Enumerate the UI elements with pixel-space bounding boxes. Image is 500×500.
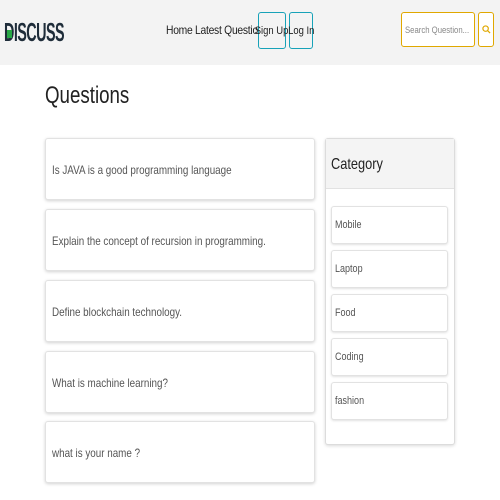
- category-label: Food: [335, 307, 356, 319]
- search-placeholder: Search Question...: [405, 24, 470, 35]
- question-text: what is your name ?: [52, 446, 141, 460]
- navbar: DISCUSS Home Latest Questions Sign Up Lo…: [0, 0, 500, 65]
- question-text: Define blockchain technology.: [52, 305, 183, 319]
- search-button[interactable]: [478, 12, 494, 47]
- question-text: What is machine learning?: [52, 376, 168, 390]
- category-label: Coding: [335, 351, 364, 363]
- category-header: Category: [326, 139, 454, 189]
- svg-text:DISCUSS: DISCUSS: [4, 17, 64, 47]
- nav-home-link[interactable]: Home: [166, 23, 193, 37]
- category-item-fashion[interactable]: fashion: [331, 382, 448, 420]
- category-item-mobile[interactable]: Mobile: [331, 206, 448, 244]
- category-item-food[interactable]: Food: [331, 294, 448, 332]
- log-in-label: Log In: [287, 24, 315, 37]
- category-panel: Category Mobile Laptop Food Coding fashi…: [325, 138, 455, 445]
- question-card[interactable]: What is machine learning?: [45, 351, 315, 413]
- question-card[interactable]: Explain the concept of recursion in prog…: [45, 209, 315, 271]
- sign-up-label: Sign Up: [255, 24, 289, 37]
- question-text: Explain the concept of recursion in prog…: [52, 234, 266, 248]
- question-card[interactable]: what is your name ?: [45, 421, 315, 483]
- search-icon: [481, 25, 491, 34]
- search-input[interactable]: Search Question...: [401, 12, 475, 47]
- log-in-button[interactable]: Log In: [287, 12, 315, 49]
- category-title: Category: [331, 156, 383, 173]
- question-card[interactable]: Is JAVA is a good programming language: [45, 138, 315, 200]
- question-text: Is JAVA is a good programming language: [52, 163, 232, 177]
- category-item-coding[interactable]: Coding: [331, 338, 448, 376]
- question-card[interactable]: Define blockchain technology.: [45, 280, 315, 342]
- sign-up-button[interactable]: Sign Up: [255, 12, 289, 49]
- page-title: Questions: [45, 82, 130, 109]
- category-label: fashion: [335, 395, 365, 407]
- category-item-laptop[interactable]: Laptop: [331, 250, 448, 288]
- category-label: Mobile: [335, 219, 362, 231]
- discuss-logo[interactable]: DISCUSS: [3, 14, 67, 48]
- category-label: Laptop: [335, 263, 363, 275]
